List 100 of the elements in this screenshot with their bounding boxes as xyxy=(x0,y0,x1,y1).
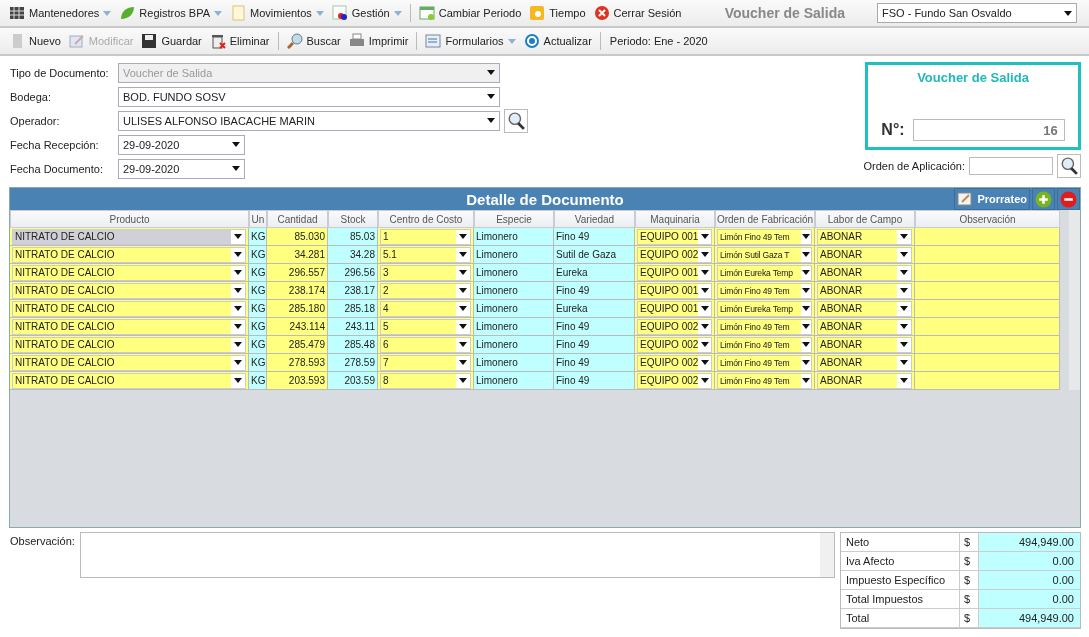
observation-cell[interactable] xyxy=(915,228,1060,246)
menu-item[interactable]: Movimientos xyxy=(227,2,327,24)
toolbar-button[interactable]: Guardar xyxy=(138,30,205,52)
product-select[interactable]: NITRATO DE CALCIO xyxy=(12,264,246,281)
machinery-select[interactable]: EQUIPO 001 xyxy=(637,228,712,245)
toolbar-button[interactable]: Actualizar xyxy=(520,30,595,52)
observation-textarea[interactable] xyxy=(80,532,835,578)
column-header[interactable]: Stock xyxy=(328,210,378,228)
column-header[interactable]: Producto xyxy=(10,210,249,228)
table-cell: Limonero xyxy=(476,339,518,350)
order-select[interactable]: Limón Fino 49 Tem xyxy=(717,228,812,245)
observation-cell[interactable] xyxy=(915,246,1060,264)
labor-select[interactable]: ABONAR xyxy=(817,336,912,353)
order-select[interactable]: Limón Fino 49 Tem xyxy=(717,318,812,335)
cost-center-select[interactable]: 4 xyxy=(380,300,471,317)
observation-cell[interactable] xyxy=(915,264,1060,282)
order-select[interactable]: Limón Fino 49 Tem xyxy=(717,336,812,353)
order-select[interactable]: Limón Fino 49 Tem xyxy=(717,372,812,389)
observation-cell[interactable] xyxy=(915,372,1060,390)
scrollbar[interactable] xyxy=(1069,210,1080,390)
cost-center-select[interactable]: 5.1 xyxy=(380,246,471,263)
toolbar-button[interactable]: Buscar xyxy=(283,30,344,52)
labor-select[interactable]: ABONAR xyxy=(817,354,912,371)
cost-center-select[interactable]: 5 xyxy=(380,318,471,335)
menu-item[interactable]: Tiempo xyxy=(526,2,589,24)
product-select[interactable]: NITRATO DE CALCIO xyxy=(12,246,246,263)
product-select[interactable]: NITRATO DE CALCIO xyxy=(12,228,246,245)
number-field[interactable]: 16 xyxy=(912,119,1065,141)
product-select[interactable]: NITRATO DE CALCIO xyxy=(12,318,246,335)
select-field[interactable]: ULISES ALFONSO IBACACHE MARIN xyxy=(118,110,500,131)
labor-select[interactable]: ABONAR xyxy=(817,282,912,299)
machinery-select[interactable]: EQUIPO 001 xyxy=(637,300,712,317)
cost-center-select[interactable]: 2 xyxy=(380,282,471,299)
cost-center-select[interactable]: 1 xyxy=(380,228,471,245)
product-select[interactable]: NITRATO DE CALCIO xyxy=(12,354,246,371)
toolbar-button[interactable]: Imprimir xyxy=(345,30,412,52)
search-button[interactable] xyxy=(1057,154,1081,178)
order-select[interactable]: Limón Fino 49 Tem xyxy=(717,354,812,371)
table-icon xyxy=(9,5,25,21)
table-cell: KG xyxy=(251,375,266,386)
toolbar-button[interactable]: Formularios xyxy=(422,30,519,52)
cost-center-select[interactable]: 7 xyxy=(380,354,471,371)
order-select[interactable]: Limón Eureka Temp xyxy=(717,300,812,317)
menu-item[interactable]: Mantenedores xyxy=(6,2,115,24)
machinery-select[interactable]: EQUIPO 002 xyxy=(637,372,712,389)
product-select[interactable]: NITRATO DE CALCIO xyxy=(12,372,246,389)
labor-select[interactable]: ABONAR xyxy=(817,300,912,317)
toolbar-button[interactable]: Nuevo xyxy=(6,30,64,52)
column-header[interactable]: Observación xyxy=(915,210,1060,228)
menu-item[interactable]: Cambiar Periodo xyxy=(415,2,525,24)
remove-button[interactable] xyxy=(1057,188,1080,210)
labor-select[interactable]: ABONAR xyxy=(817,246,912,263)
order-select[interactable]: Limón Eureka Temp xyxy=(717,264,812,281)
observation-cell[interactable] xyxy=(915,354,1060,372)
machinery-select[interactable]: EQUIPO 002 xyxy=(637,354,712,371)
cost-center-select[interactable]: 3 xyxy=(380,264,471,281)
select-field[interactable]: 29-09-2020 xyxy=(118,134,245,155)
labor-select[interactable]: ABONAR xyxy=(817,228,912,245)
column-header[interactable]: Labor de Campo xyxy=(815,210,915,228)
column-header[interactable]: Variedad xyxy=(554,210,635,228)
menu-item[interactable]: Registros BPA xyxy=(116,2,226,24)
product-select[interactable]: NITRATO DE CALCIO xyxy=(12,282,246,299)
order-select[interactable]: Limón Fino 49 Tem xyxy=(717,282,812,299)
search-button[interactable] xyxy=(504,108,528,133)
observation-cell[interactable] xyxy=(915,318,1060,336)
prorrateo-button[interactable]: Prorrateo xyxy=(954,188,1030,210)
column-header[interactable]: Maquinaria xyxy=(635,210,715,228)
machinery-select[interactable]: EQUIPO 001 xyxy=(637,282,712,299)
menu-item[interactable]: Cerrar Sesión xyxy=(590,2,685,24)
trash-icon xyxy=(209,33,226,49)
toolbar-button[interactable]: Eliminar xyxy=(206,30,273,52)
machinery-select[interactable]: EQUIPO 002 xyxy=(637,318,712,335)
column-header[interactable]: Orden de Fabricación xyxy=(715,210,815,228)
product-select[interactable]: NITRATO DE CALCIO xyxy=(12,300,246,317)
panel-title: Detalle de Documento xyxy=(466,190,624,208)
labor-select[interactable]: ABONAR xyxy=(817,264,912,281)
labor-select[interactable]: ABONAR xyxy=(817,372,912,389)
order-select[interactable]: Limón Sutil Gaza T xyxy=(717,246,812,263)
machinery-select[interactable]: EQUIPO 001 xyxy=(637,264,712,281)
fund-select[interactable]: FSO - Fundo San Osvaldo xyxy=(877,3,1077,23)
observation-cell[interactable] xyxy=(915,336,1060,354)
add-button[interactable] xyxy=(1032,188,1055,210)
machinery-select[interactable]: EQUIPO 002 xyxy=(637,246,712,263)
labor-select[interactable]: ABONAR xyxy=(817,318,912,335)
machinery-select[interactable]: EQUIPO 002 xyxy=(637,336,712,353)
column-header[interactable]: Un xyxy=(249,210,267,228)
table-cell: KG xyxy=(251,339,266,350)
column-header[interactable]: Especie xyxy=(474,210,554,228)
product-select[interactable]: NITRATO DE CALCIO xyxy=(12,336,246,353)
cost-center-select[interactable]: 6 xyxy=(380,336,471,353)
observation-cell[interactable] xyxy=(915,282,1060,300)
table-cell: Eureka xyxy=(556,303,588,314)
cost-center-select[interactable]: 8 xyxy=(380,372,471,389)
column-header[interactable]: Cantidad xyxy=(267,210,328,228)
input-field[interactable] xyxy=(969,157,1053,175)
select-field[interactable]: 29-09-2020 xyxy=(118,158,245,179)
column-header[interactable]: Centro de Costo xyxy=(378,210,474,228)
select-field[interactable]: BOD. FUNDO SOSV xyxy=(118,86,500,107)
menu-item[interactable]: Gestión xyxy=(328,2,405,24)
observation-cell[interactable] xyxy=(915,300,1060,318)
